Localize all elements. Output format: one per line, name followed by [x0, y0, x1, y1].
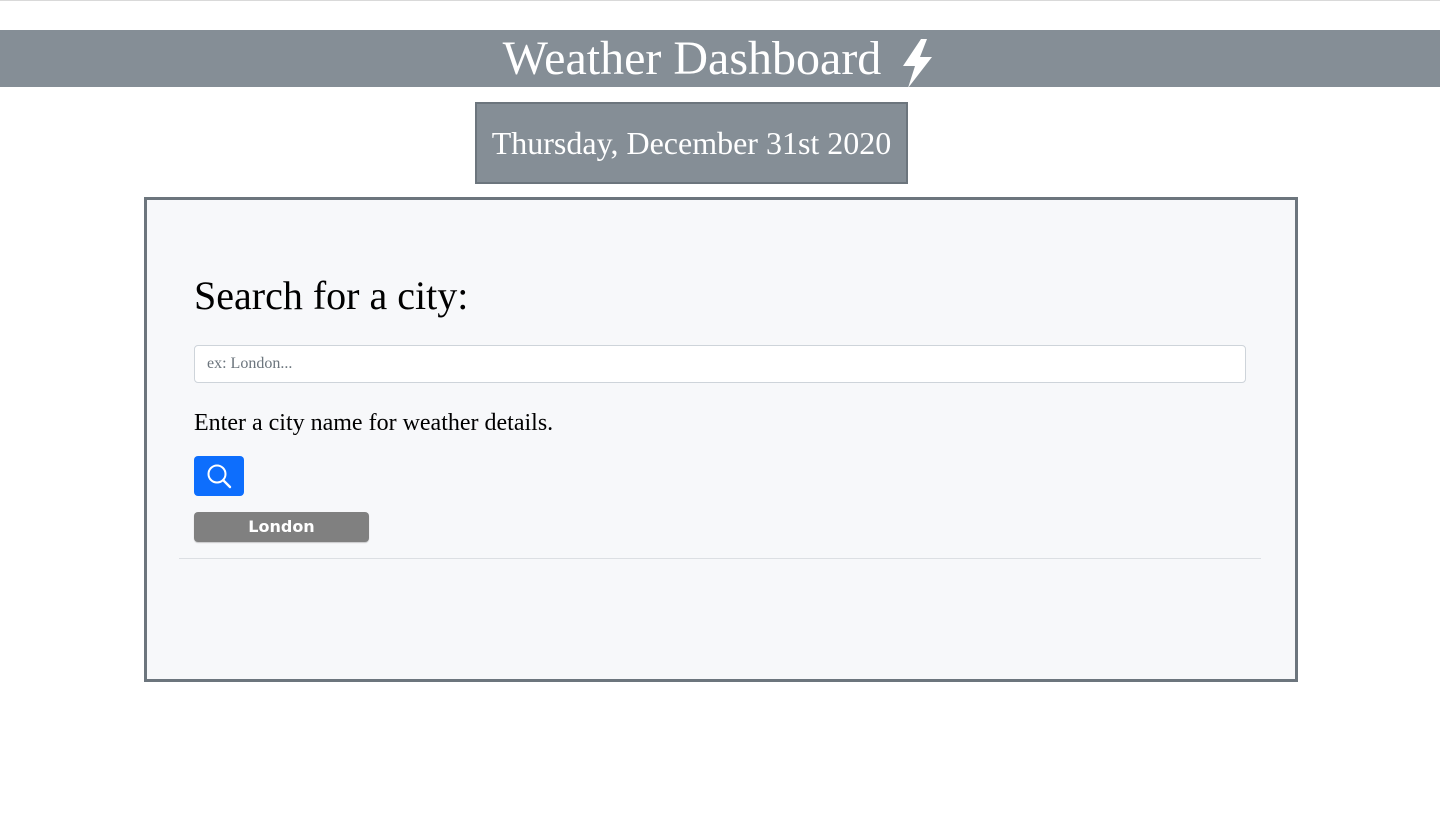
history-city-button[interactable]: London — [194, 512, 369, 542]
city-search-input[interactable] — [194, 345, 1246, 383]
page-title: Weather Dashboard — [502, 32, 882, 85]
search-heading: Search for a city: — [194, 273, 469, 318]
lightning-bolt-icon — [903, 38, 933, 88]
search-button[interactable] — [194, 456, 244, 496]
current-date: Thursday, December 31st 2020 — [491, 124, 892, 161]
search-icon — [207, 464, 232, 489]
header-content: Weather Dashboard — [0, 30, 1440, 88]
search-help-text: Enter a city name for weather details. — [194, 410, 554, 436]
header-bar: Weather Dashboard — [0, 30, 1440, 88]
divider — [179, 558, 1261, 559]
current-date-box: Thursday, December 31st 2020 — [475, 102, 908, 184]
top-border-line — [0, 0, 1440, 1]
search-panel: Search for a city: Enter a city name for… — [144, 197, 1298, 682]
